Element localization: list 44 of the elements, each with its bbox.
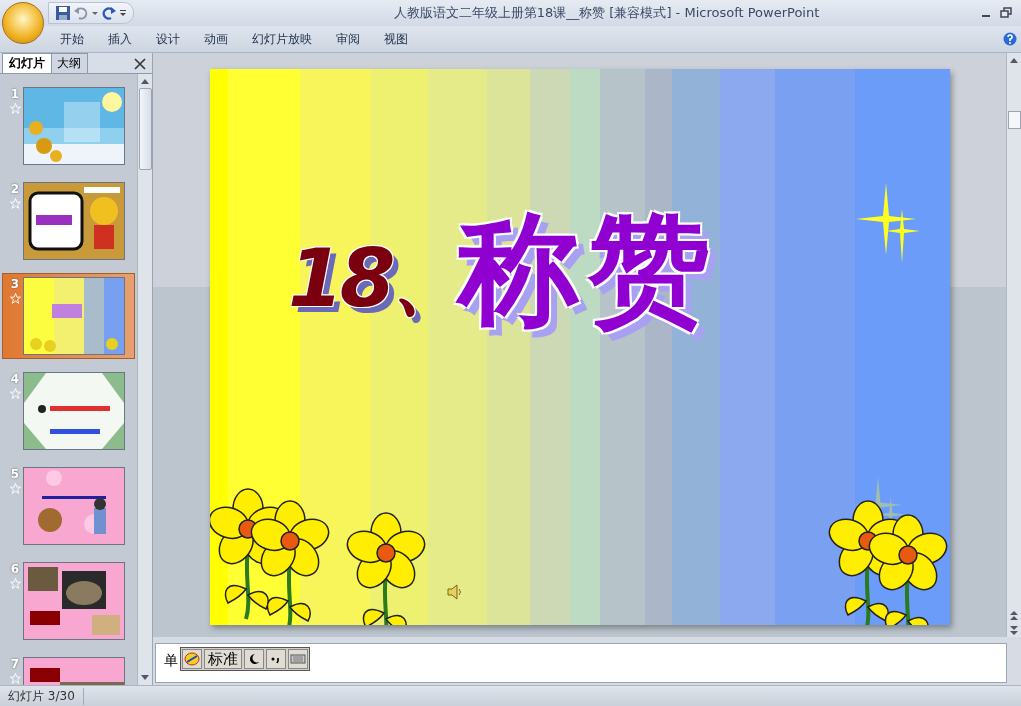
- window-title: 人教版语文二年级上册第18课__称赞 [兼容模式] - Microsoft PowerPoint: [392, 4, 821, 22]
- next-slide-icon[interactable]: [1008, 625, 1020, 635]
- input-mode-button[interactable]: 标准: [204, 649, 242, 669]
- scrollbar[interactable]: [1006, 53, 1021, 637]
- notes-text: 单: [164, 652, 178, 670]
- ribbon-tab[interactable]: 开始: [48, 27, 96, 51]
- restore-icon[interactable]: [999, 7, 1013, 19]
- notes-field[interactable]: 单 标准: [155, 643, 1007, 683]
- ribbon-tab[interactable]: 审阅: [324, 27, 372, 51]
- slide-number: 3: [10, 277, 20, 291]
- previous-slide-icon[interactable]: [1008, 611, 1020, 621]
- star-icon: [9, 103, 21, 114]
- scrollbar[interactable]: [137, 74, 152, 685]
- scroll-thumb[interactable]: [1007, 111, 1021, 129]
- redo-icon[interactable]: [101, 5, 117, 21]
- panel-tab[interactable]: 大纲: [50, 53, 88, 73]
- panel-tab[interactable]: 幻灯片: [2, 53, 52, 73]
- save-icon[interactable]: [55, 5, 71, 21]
- slide-number: 1: [10, 87, 20, 101]
- speaker-icon[interactable]: [446, 583, 464, 601]
- scroll-thumb[interactable]: [138, 88, 152, 170]
- slide-number: 6: [10, 562, 20, 576]
- close-icon[interactable]: [134, 58, 146, 70]
- slide-number: 7: [10, 657, 20, 671]
- star-icon: [9, 673, 21, 684]
- ribbon-tab[interactable]: 插入: [96, 27, 144, 51]
- ribbon-tab[interactable]: 设计: [144, 27, 192, 51]
- punctuation-icon[interactable]: [266, 649, 286, 669]
- slide-number: 2: [10, 182, 20, 196]
- star-icon: [9, 198, 21, 209]
- office-button[interactable]: [2, 2, 44, 44]
- help-icon[interactable]: [1003, 32, 1017, 46]
- ime-logo-icon[interactable]: [182, 649, 202, 669]
- star-icon: [9, 388, 21, 399]
- ribbon-tab[interactable]: 幻灯片放映: [240, 27, 324, 51]
- ribbon-tab[interactable]: 视图: [372, 27, 420, 51]
- slide-number: 5: [10, 467, 20, 481]
- slide-indicator: 幻灯片 3/30: [0, 687, 84, 705]
- star-icon: [9, 293, 21, 304]
- ribbon-tab[interactable]: 动画: [192, 27, 240, 51]
- moon-icon[interactable]: [244, 649, 264, 669]
- slide-number: 4: [10, 372, 20, 386]
- star-icon: [9, 483, 21, 494]
- star-icon: [9, 578, 21, 589]
